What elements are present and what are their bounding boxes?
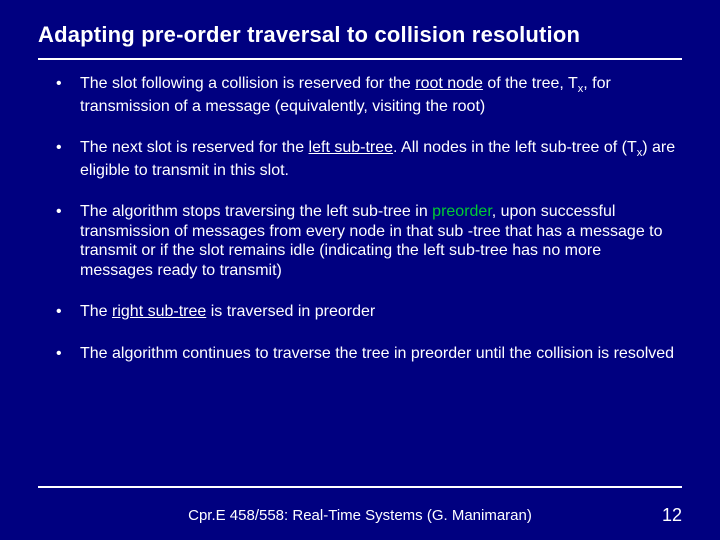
bullet-text: is traversed in preorder <box>206 303 375 320</box>
underline-root-node: root node <box>415 75 483 92</box>
bullet-text: of the tree, T <box>483 75 578 92</box>
footer-course-text: Cpr.E 458/558: Real-Time Systems (G. Man… <box>78 507 642 524</box>
bullet-text: . All nodes in the left sub-tree of (T <box>393 139 637 156</box>
footer-rule <box>38 486 682 488</box>
bullet-item: The algorithm stops traversing the left … <box>56 202 678 280</box>
bullet-item: The slot following a collision is reserv… <box>56 74 678 116</box>
bullet-list: The slot following a collision is reserv… <box>38 74 682 363</box>
bullet-text: The algorithm continues to traverse the … <box>80 345 674 362</box>
page-number: 12 <box>642 505 682 526</box>
slide-footer: Cpr.E 458/558: Real-Time Systems (G. Man… <box>38 505 682 526</box>
bullet-item: The right sub-tree is traversed in preor… <box>56 302 678 322</box>
title-rule <box>38 58 682 60</box>
underline-left-subtree: left sub-tree <box>309 139 393 156</box>
slide-body: The slot following a collision is reserv… <box>38 74 682 363</box>
slide-title: Adapting pre-order traversal to collisio… <box>38 22 682 48</box>
underline-right-subtree: right sub-tree <box>112 303 206 320</box>
bullet-text: The slot following a collision is reserv… <box>80 75 415 92</box>
bullet-text: The <box>80 303 112 320</box>
highlight-preorder: preorder <box>432 203 492 220</box>
bullet-item: The next slot is reserved for the left s… <box>56 138 678 180</box>
bullet-text: The next slot is reserved for the <box>80 139 309 156</box>
bullet-item: The algorithm continues to traverse the … <box>56 344 678 364</box>
slide: Adapting pre-order traversal to collisio… <box>0 0 720 540</box>
bullet-text: The algorithm stops traversing the left … <box>80 203 432 220</box>
